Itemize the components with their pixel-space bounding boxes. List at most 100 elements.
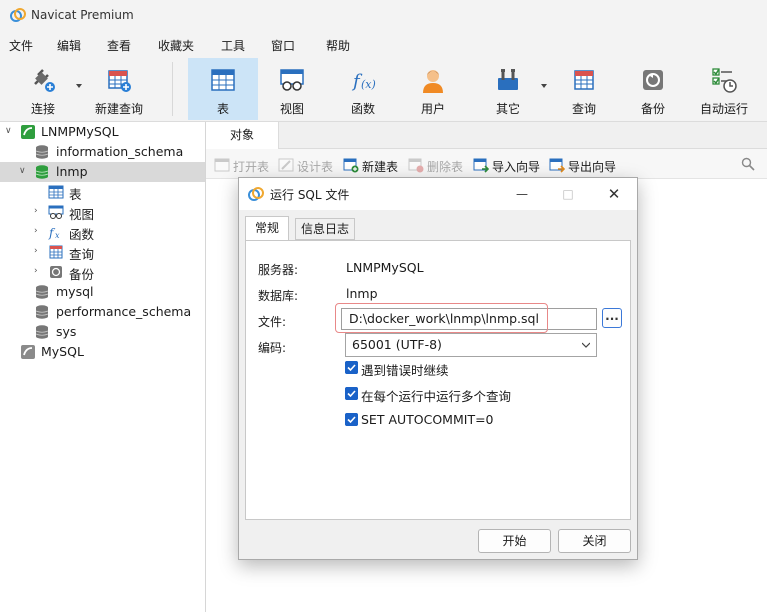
mysql-connection-icon xyxy=(21,125,35,139)
multiple-queries-label: 在每个运行中运行多个查询 xyxy=(361,389,512,404)
new-table-label: 新建表 xyxy=(362,160,399,174)
tree-label: 视图 xyxy=(69,207,95,222)
query-icon xyxy=(49,245,63,259)
expand-arrow-icon[interactable]: › xyxy=(34,247,42,256)
encoding-value: 65001 (UTF-8) xyxy=(352,337,442,352)
maximize-icon: □ xyxy=(562,187,574,201)
tab-message-log[interactable]: 信息日志 xyxy=(295,218,355,240)
tree-db-sys[interactable]: sys xyxy=(0,322,205,342)
database-label: 数据库: xyxy=(258,289,299,303)
tree-item-queries[interactable]: › 查询 xyxy=(0,242,205,262)
import-wizard-button[interactable]: 导入向导 xyxy=(473,157,543,174)
close-icon[interactable]: ✕ xyxy=(591,178,637,210)
run-sql-file-dialog: 运行 SQL 文件 — □ ✕ 常规 信息日志 服务器: LNMPMySQL 数… xyxy=(238,177,638,560)
menu-file[interactable]: 文件 xyxy=(9,37,33,54)
tree-item-tables[interactable]: 表 xyxy=(0,182,205,202)
minimize-icon[interactable]: — xyxy=(499,178,545,210)
open-table-icon xyxy=(214,158,230,172)
toolbar-divider xyxy=(172,62,173,116)
query-icon xyxy=(574,70,594,90)
expand-arrow-icon[interactable]: › xyxy=(34,267,42,276)
connect-dropdown-icon[interactable] xyxy=(76,84,82,88)
menu-view[interactable]: 查看 xyxy=(107,37,131,54)
search-icon[interactable] xyxy=(741,157,755,171)
tree-item-backups[interactable]: › 备份 xyxy=(0,262,205,282)
tree-db-lnmp[interactable]: ∨ lnmp xyxy=(0,162,205,182)
tree-db-information-schema[interactable]: information_schema xyxy=(0,142,205,162)
autorun-button[interactable]: 自动运行 xyxy=(694,58,754,120)
view-button[interactable]: 视图 xyxy=(262,58,322,120)
menu-edit[interactable]: 编辑 xyxy=(57,37,81,54)
other-dropdown-icon[interactable] xyxy=(541,84,547,88)
table-button[interactable]: 表 xyxy=(188,58,258,120)
collapse-arrow-icon[interactable]: ∨ xyxy=(5,127,13,136)
import-icon xyxy=(473,158,489,173)
autocommit-checkbox[interactable]: SET AUTOCOMMIT=0 xyxy=(345,412,565,428)
design-table-label: 设计表 xyxy=(297,160,334,174)
expand-arrow-icon[interactable]: › xyxy=(34,227,42,236)
menu-favorites[interactable]: 收藏夹 xyxy=(158,37,194,54)
tree-db-performance-schema[interactable]: performance_schema xyxy=(0,302,205,322)
tree-item-functions[interactable]: › f x 函数 xyxy=(0,222,205,242)
dialog-title-bar: 运行 SQL 文件 — □ ✕ xyxy=(239,178,637,210)
other-button[interactable]: 其它 xyxy=(478,58,538,120)
encoding-label: 编码: xyxy=(258,341,287,355)
design-table-button[interactable]: 设计表 xyxy=(278,157,336,174)
dialog-title: 运行 SQL 文件 xyxy=(270,188,350,202)
new-table-icon xyxy=(343,158,359,173)
main-toolbar: 连接 新建查询 表 视图 f (x) 函数 用户 其它 查询 备份 自动运行 xyxy=(0,56,767,122)
backup-button[interactable]: 备份 xyxy=(623,58,683,120)
continue-on-error-label: 遇到错误时继续 xyxy=(361,363,449,378)
function-label: 函数 xyxy=(350,102,375,116)
tree-connection-mysql[interactable]: MySQL xyxy=(0,342,205,362)
database-icon xyxy=(35,285,49,299)
mysql-connection-icon xyxy=(21,345,35,359)
menu-tools[interactable]: 工具 xyxy=(221,37,245,54)
database-icon xyxy=(35,325,49,339)
checkbox-checked-icon xyxy=(345,387,358,400)
collapse-arrow-icon[interactable]: ∨ xyxy=(19,167,27,176)
export-wizard-button[interactable]: 导出向导 xyxy=(549,157,619,174)
table-label: 表 xyxy=(216,102,229,116)
function-icon: f x xyxy=(48,226,60,240)
function-button[interactable]: f (x) 函数 xyxy=(333,58,393,120)
delete-table-button[interactable]: 删除表 xyxy=(408,157,466,174)
export-wizard-label: 导出向导 xyxy=(568,160,617,174)
close-button[interactable]: 关闭 xyxy=(558,529,631,553)
tree-connection-lnmpmysql[interactable]: ∨ LNMPMySQL xyxy=(0,122,205,142)
navicat-logo-icon xyxy=(10,8,26,22)
connect-button[interactable]: 连接 xyxy=(10,58,76,120)
general-panel: 服务器: LNMPMySQL 数据库: lnmp 文件: D:\docker_w… xyxy=(245,240,631,520)
title-bar: Navicat Premium xyxy=(0,0,767,32)
menu-help[interactable]: 帮助 xyxy=(326,37,350,54)
tab-general[interactable]: 常规 xyxy=(245,216,289,241)
start-button[interactable]: 开始 xyxy=(478,529,551,553)
query-button[interactable]: 查询 xyxy=(553,58,615,120)
menu-window[interactable]: 窗口 xyxy=(271,37,295,54)
tree-item-views[interactable]: › 视图 xyxy=(0,202,205,222)
tree-db-mysql[interactable]: mysql xyxy=(0,282,205,302)
connect-label: 连接 xyxy=(30,102,55,116)
user-icon xyxy=(423,70,443,93)
tree-label: 查询 xyxy=(69,247,95,262)
server-label: 服务器: xyxy=(258,263,299,277)
tab-objects[interactable]: 对象 xyxy=(206,122,279,149)
navigation-tree: ∨ LNMPMySQL information_schema ∨ lnmp 表 … xyxy=(0,122,206,612)
new-table-button[interactable]: 新建表 xyxy=(343,157,401,174)
svg-text:(x): (x) xyxy=(361,78,376,91)
new-query-icon xyxy=(108,70,131,92)
tree-label: lnmp xyxy=(56,164,88,179)
new-query-button[interactable]: 新建查询 xyxy=(88,58,150,120)
continue-on-error-checkbox[interactable]: 遇到错误时继续 xyxy=(345,360,565,378)
browse-file-button[interactable]: ... xyxy=(602,308,622,328)
open-table-button[interactable]: 打开表 xyxy=(214,157,272,174)
encoding-select[interactable]: 65001 (UTF-8) xyxy=(345,333,597,357)
user-button[interactable]: 用户 xyxy=(403,58,463,120)
new-query-label: 新建查询 xyxy=(94,102,143,116)
plug-icon xyxy=(34,69,55,92)
objects-tab-strip: 对象 xyxy=(206,122,767,149)
backup-label: 备份 xyxy=(640,102,665,116)
tree-label: 表 xyxy=(69,187,82,202)
multiple-queries-checkbox[interactable]: 在每个运行中运行多个查询 xyxy=(345,386,565,404)
expand-arrow-icon[interactable]: › xyxy=(34,207,42,216)
